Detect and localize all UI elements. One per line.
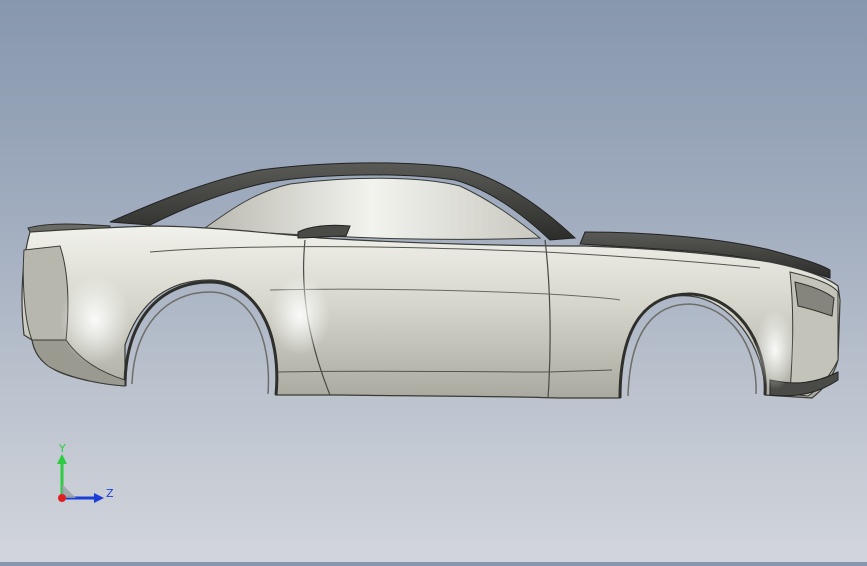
- x-axis-origin-dot: [58, 494, 66, 502]
- y-axis-arrowhead: [57, 454, 67, 464]
- car-body-model[interactable]: [0, 0, 867, 562]
- y-axis-label: Y: [58, 442, 66, 455]
- z-axis-label: Z: [106, 487, 114, 500]
- coordinate-triad: Y Z: [48, 440, 120, 512]
- highlight-door: [270, 275, 330, 355]
- graphics-viewport[interactable]: [0, 0, 867, 562]
- highlight-front-fender: [755, 310, 795, 390]
- highlight-rear-quarter: [60, 275, 130, 365]
- z-axis-arrowhead: [94, 493, 104, 503]
